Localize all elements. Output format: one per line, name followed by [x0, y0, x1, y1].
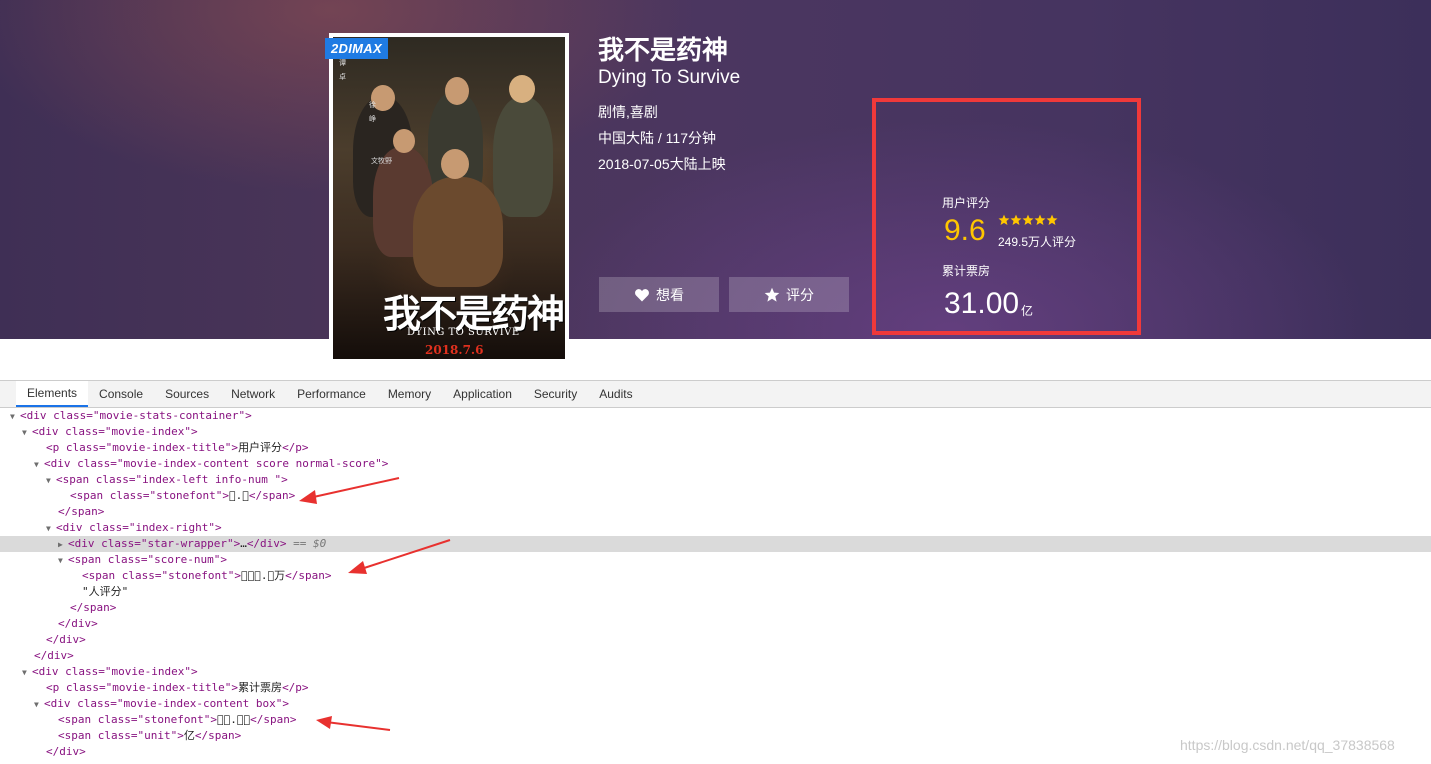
star-icon	[764, 287, 780, 302]
dom-node[interactable]: ▼ <div class="index-right">	[0, 520, 1431, 536]
tab-elements[interactable]: Elements	[16, 381, 89, 407]
dom-node[interactable]: <span class="stonefont">.万</span>	[0, 568, 1431, 584]
dom-node[interactable]: </span>	[0, 600, 1431, 616]
want-to-see-label: 想看	[656, 286, 684, 303]
dom-node[interactable]: <span class="stonefont">.</span>	[0, 712, 1431, 728]
devtools-panel: Elements Console Sources Network Perform…	[0, 380, 1431, 764]
tab-memory[interactable]: Memory	[377, 381, 442, 407]
dom-node[interactable]: <p class="movie-index-title">累计票房</p>	[0, 680, 1431, 696]
rating-star-icon	[1034, 214, 1046, 225]
dom-node[interactable]: ▼ <div class="movie-index">	[0, 424, 1431, 440]
movie-english-title: Dying To Survive	[598, 67, 741, 88]
movie-genre: 剧情,喜剧	[598, 104, 658, 120]
rate-button[interactable]: 评分	[729, 277, 849, 312]
watermark: https://blog.csdn.net/qq_37838568	[1180, 737, 1395, 753]
movie-release-date: 2018-07-05大陆上映	[598, 156, 726, 172]
rate-label: 评分	[786, 286, 814, 303]
movie-stats-highlight: 用户评分 9.6 249.5万人评分 累计票房 31.00 亿	[872, 98, 1141, 335]
devtools-tab-bar: Elements Console Sources Network Perform…	[0, 381, 1431, 408]
poster-cast-b: 徐峥	[369, 102, 376, 123]
dom-node[interactable]: </div>	[0, 632, 1431, 648]
movie-banner: 我不是药神 Dying To Survive 剧情,喜剧 中国大陆 / 117分…	[0, 0, 1431, 339]
movie-poster[interactable]: 谭卓 徐峥 文牧野 我不是药神 DYING TO SURVIVE 2018.7.…	[329, 33, 569, 363]
movie-title: 我不是药神	[598, 35, 729, 65]
tab-console[interactable]: Console	[88, 381, 154, 407]
heart-icon	[635, 288, 649, 301]
box-office-value: 31.00	[944, 287, 1020, 320]
movie-info: 我不是药神 Dying To Survive 剧情,喜剧 中国大陆 / 117分…	[598, 35, 740, 177]
dom-node[interactable]: </div>	[0, 616, 1431, 632]
dom-node[interactable]: ▼ <div class="movie-index-content box">	[0, 696, 1431, 712]
tab-network[interactable]: Network	[220, 381, 286, 407]
dom-text-node[interactable]: "人评分"	[0, 584, 1431, 600]
rating-star-icon	[1022, 214, 1034, 225]
tab-application[interactable]: Application	[442, 381, 523, 407]
arrow-annotation	[348, 539, 451, 574]
arrow-annotation	[316, 716, 391, 731]
rating-star-icon	[1046, 214, 1058, 225]
dom-node[interactable]: </span>	[0, 504, 1431, 520]
dom-node[interactable]: ▼ <span class="index-left info-num ">	[0, 472, 1431, 488]
format-badge: 2DIMAX	[325, 38, 388, 59]
box-office-title: 累计票房	[942, 264, 991, 278]
dom-node[interactable]: ▼ <div class="movie-index-content score n…	[0, 456, 1431, 472]
poster-date: 2018.7.6	[425, 343, 484, 357]
movie-region-duration: 中国大陆 / 117分钟	[598, 130, 716, 146]
user-score-title: 用户评分	[942, 196, 991, 210]
poster-subtitle: DYING TO SURVIVE	[407, 327, 520, 338]
box-office-unit: 亿	[1021, 304, 1034, 318]
score-count: 249.5万人评分	[998, 235, 1077, 249]
dom-node[interactable]: ▼ <span class="score-num">	[0, 552, 1431, 568]
tab-sources[interactable]: Sources	[154, 381, 220, 407]
dom-node[interactable]: ▼ <div class="movie-stats-container">	[0, 408, 1431, 424]
tab-performance[interactable]: Performance	[286, 381, 377, 407]
dom-node[interactable]: ▼ <div class="movie-index">	[0, 664, 1431, 680]
poster-cast-a: 谭卓	[339, 60, 346, 81]
arrow-annotation	[299, 477, 400, 504]
dom-node-selected[interactable]: ▶ <div class="star-wrapper">…</div> == $0	[0, 536, 1431, 552]
dom-node[interactable]: <span class="stonefont">.</span>	[0, 488, 1431, 504]
rating-star-icon	[998, 214, 1010, 225]
poster-cast-c: 文牧野	[371, 158, 392, 165]
dom-node[interactable]: </div>	[0, 648, 1431, 664]
want-to-see-button[interactable]: 想看	[599, 277, 719, 312]
tab-audits[interactable]: Audits	[588, 381, 643, 407]
star-rating	[998, 214, 1058, 226]
user-score-value: 9.6	[944, 214, 986, 247]
rating-star-icon	[1010, 214, 1022, 225]
poster-image: 谭卓 徐峥 文牧野 我不是药神 DYING TO SURVIVE 2018.7.…	[333, 37, 565, 359]
tab-security[interactable]: Security	[523, 381, 588, 407]
dom-node[interactable]: <p class="movie-index-title">用户评分</p>	[0, 440, 1431, 456]
